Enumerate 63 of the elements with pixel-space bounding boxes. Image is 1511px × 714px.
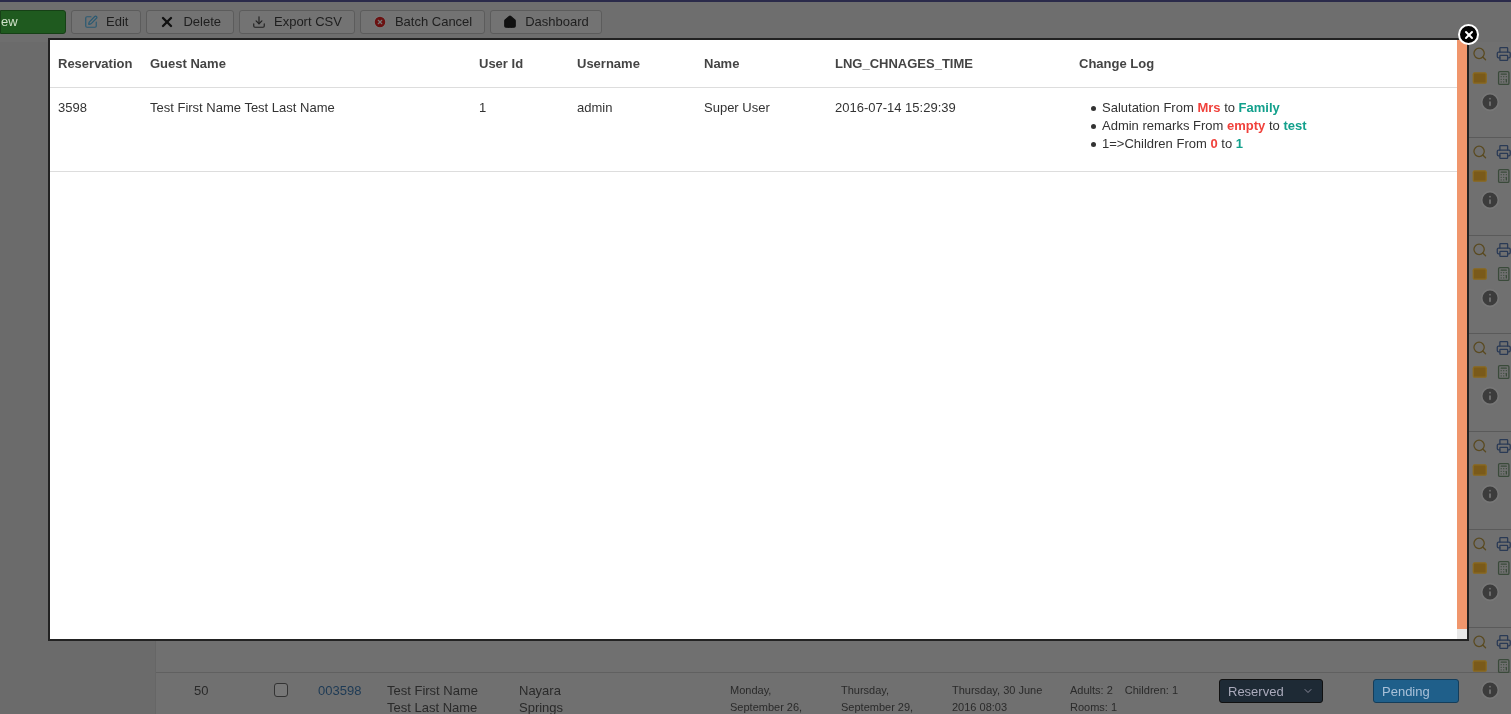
calculator-icon[interactable] <box>1495 68 1511 88</box>
table-cell-text: Super User <box>704 99 771 117</box>
column-header: Reservation <box>58 54 134 73</box>
table-cell-text: admin <box>577 99 614 117</box>
printer-icon[interactable] <box>1495 240 1511 260</box>
printer-icon[interactable] <box>1495 436 1511 456</box>
table-cell-text: 2016-07-14 15:29:39 <box>835 99 957 117</box>
download-icon <box>252 15 266 29</box>
printer-icon[interactable] <box>1495 534 1511 554</box>
calculator-icon[interactable] <box>1495 362 1511 382</box>
home-icon <box>503 15 518 29</box>
toolbar-button[interactable]: Export CSV <box>239 10 355 34</box>
new-button[interactable]: ew <box>0 10 66 34</box>
calculator-icon[interactable] <box>1495 264 1511 284</box>
cancel-icon <box>372 15 387 29</box>
guest-name-text: Test Last Name <box>387 699 479 714</box>
hotel-text: Nayara <box>519 682 562 699</box>
table-cell-text: Test First Name Test Last Name <box>150 99 336 117</box>
toolbar-button[interactable]: Batch Cancel <box>359 10 486 34</box>
change-log-entry: Salutation From Mrs to Family <box>1102 99 1280 117</box>
created-date-text: 2016 08:03 <box>952 700 1009 714</box>
adults-text: Adults: 2 <box>1070 683 1113 698</box>
table-cell-text: 3598 <box>58 99 88 117</box>
printer-icon[interactable] <box>1495 632 1511 652</box>
calculator-icon[interactable] <box>1495 166 1511 186</box>
calculator-icon[interactable] <box>1495 558 1511 578</box>
column-header: Name <box>704 54 741 73</box>
column-header: User Id <box>479 54 525 73</box>
toolbar-button[interactable]: Edit <box>71 10 142 34</box>
column-header: LNG_CHNAGES_TIME <box>835 54 974 73</box>
edit-icon <box>84 15 98 29</box>
row-checkbox[interactable] <box>274 683 288 697</box>
payment-status-button[interactable]: Pending <box>1373 679 1459 703</box>
toolbar-button[interactable]: Dashboard <box>490 10 602 34</box>
table-cell-text: 1 <box>479 99 488 117</box>
check-out-text: September 29, <box>841 700 915 714</box>
column-header: Guest Name <box>150 54 227 73</box>
calculator-icon[interactable] <box>1495 656 1511 676</box>
calculator-icon[interactable] <box>1495 460 1511 480</box>
hotel-text: Springs <box>519 699 565 714</box>
printer-icon[interactable] <box>1495 338 1511 358</box>
printer-icon[interactable] <box>1495 142 1511 162</box>
change-log-entry: 1=>Children From 0 to 1 <box>1102 135 1243 153</box>
children-text: Children: 1 <box>1124 683 1178 698</box>
row-number: 50 <box>193 682 210 699</box>
created-date-text: Thursday, 30 June <box>952 683 1044 698</box>
column-header: Change Log <box>1079 54 1156 73</box>
printer-icon[interactable] <box>1495 44 1511 64</box>
toolbar-button[interactable]: Delete <box>146 10 234 34</box>
scrollbar[interactable] <box>1457 40 1467 639</box>
column-header: Username <box>577 54 641 73</box>
check-in-text: Monday, <box>730 683 773 698</box>
bullet-icon <box>1091 141 1096 147</box>
status-dropdown[interactable]: Reserved <box>1219 679 1323 703</box>
check-in-text: September 26, <box>730 700 804 714</box>
rooms-text: Rooms: 1 <box>1070 700 1119 714</box>
bullet-icon <box>1091 105 1096 111</box>
guest-name-text: Test First Name <box>387 682 479 699</box>
change-log-entry: Admin remarks From empty to test <box>1102 117 1307 135</box>
check-out-text: Thursday, <box>841 683 891 698</box>
reservation-link[interactable]: 003598 <box>318 682 387 699</box>
close-icon <box>1462 28 1475 41</box>
bullet-icon <box>1091 123 1096 129</box>
